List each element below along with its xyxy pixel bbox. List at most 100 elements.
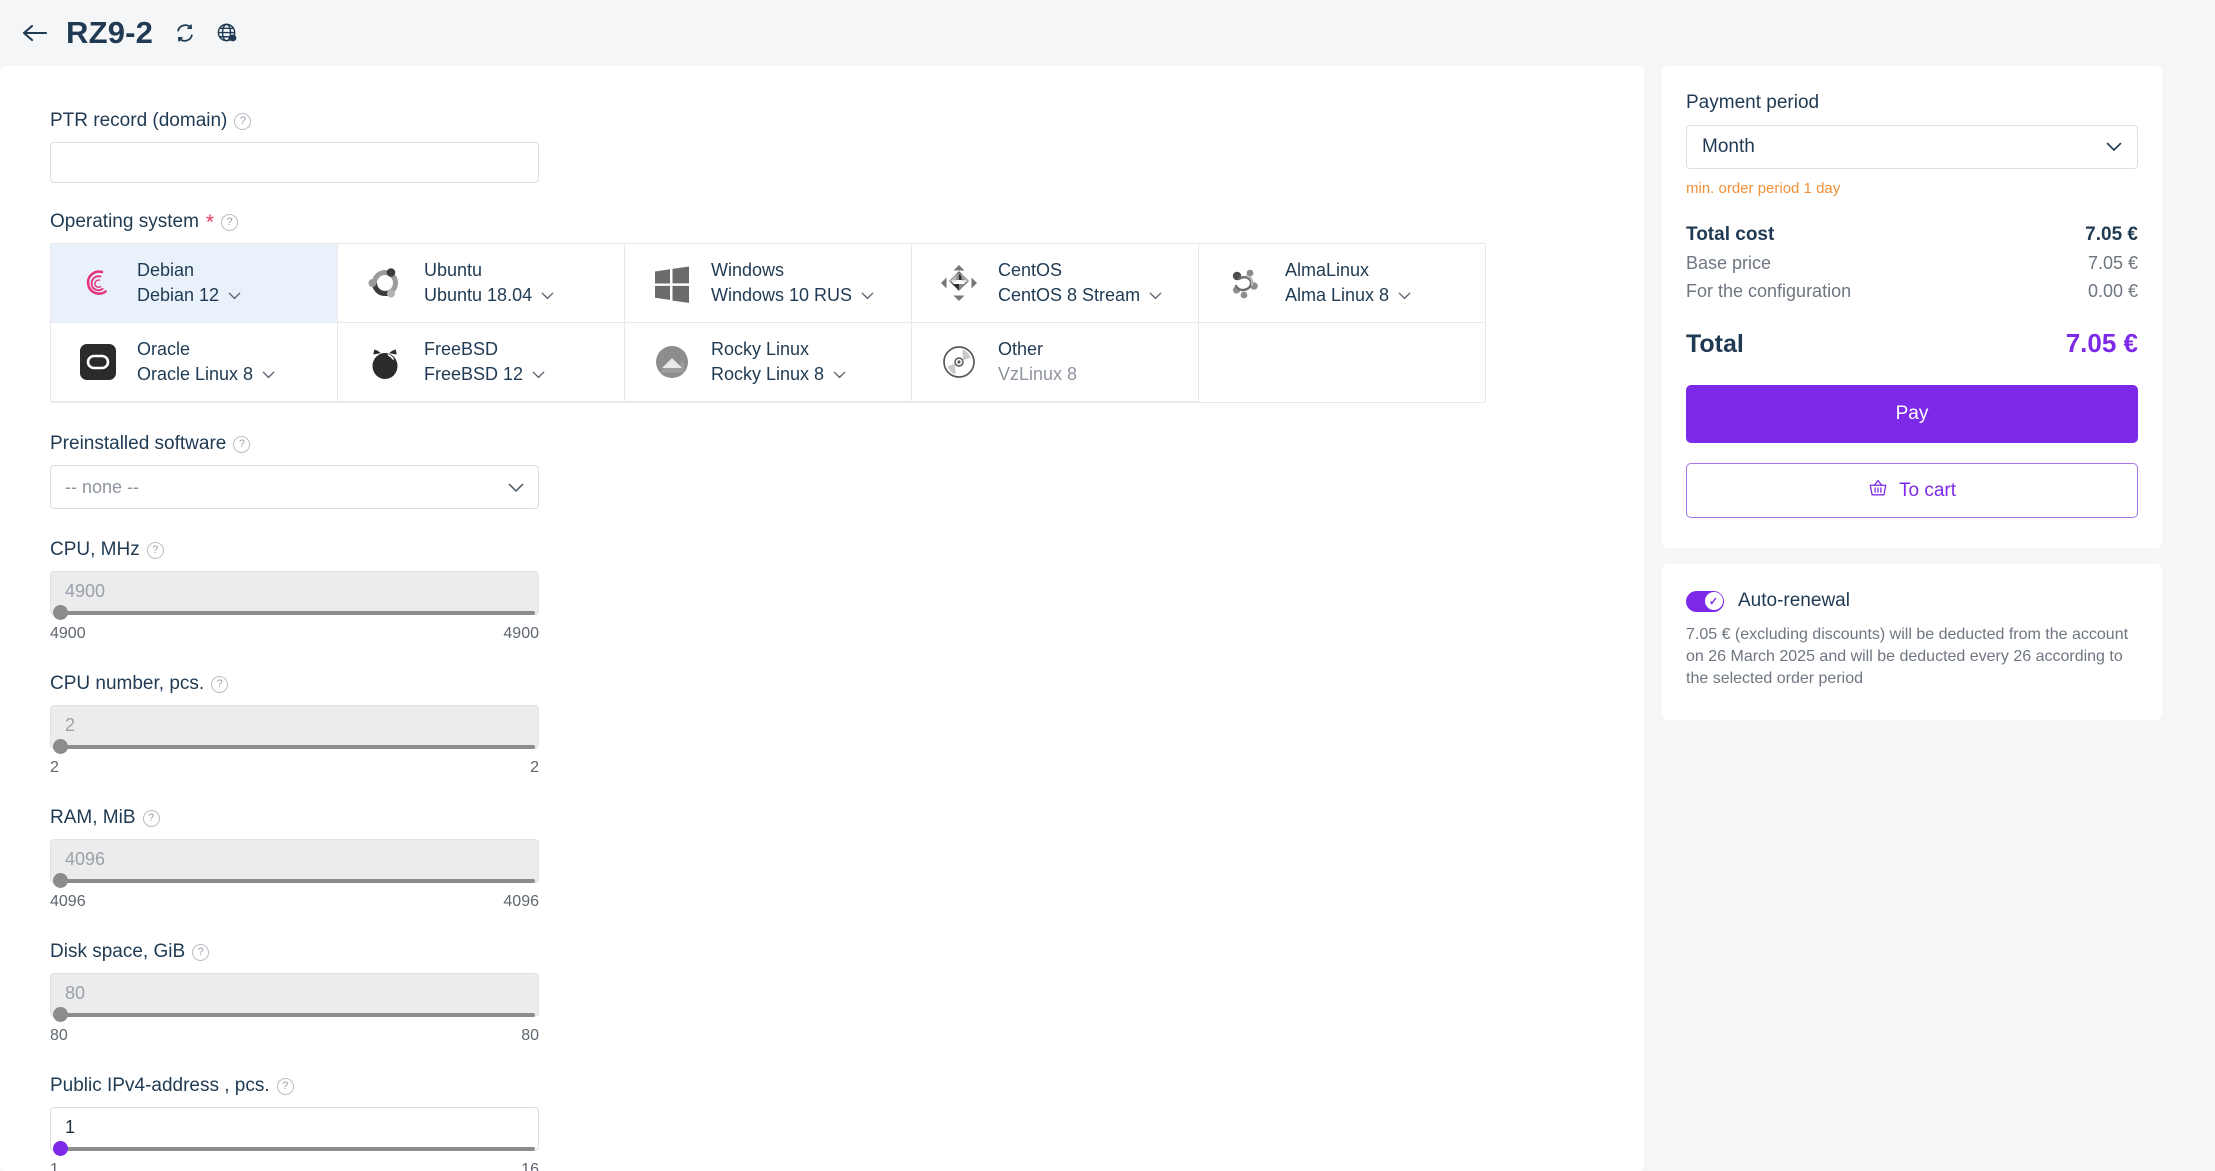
slider-rail[interactable] (54, 1147, 535, 1151)
os-card-version-select[interactable]: CentOS 8 Stream (998, 285, 1162, 306)
oracle-icon (75, 339, 121, 385)
slider-ram-mib[interactable]: 4096 (50, 839, 539, 888)
chevron-down-icon (228, 288, 241, 303)
os-card-windows[interactable]: Windows Windows 10 RUS (625, 244, 912, 323)
slider-knob[interactable] (53, 873, 68, 888)
auto-renewal-description: 7.05 € (excluding discounts) will be ded… (1686, 626, 2129, 688)
os-card-version-select[interactable]: Alma Linux 8 (1285, 285, 1411, 306)
os-card-version: Debian 12 (137, 285, 220, 305)
os-card-rocky-linux[interactable]: Rocky Linux Rocky Linux 8 (625, 323, 912, 402)
slider-max: 16 (521, 1161, 539, 1171)
grand-total-label: Total (1686, 330, 1744, 358)
configuration-price-row: For the configuration 0.00 € (1686, 281, 2138, 302)
centos-icon (936, 260, 982, 306)
slider-public-ipv4-address-pcs[interactable]: 1 (50, 1107, 539, 1156)
slider-knob[interactable] (53, 1141, 68, 1156)
os-card-version-select[interactable]: Debian 12 (137, 285, 241, 306)
operating-system-label: Operating system (50, 211, 199, 232)
to-cart-button[interactable]: To cart (1686, 463, 2138, 518)
windows-icon (649, 260, 695, 306)
slider-min: 1 (50, 1161, 59, 1171)
os-card-freebsd[interactable]: FreeBSD FreeBSD 12 (338, 323, 625, 402)
help-icon[interactable]: ? (233, 435, 251, 453)
os-card-version-select[interactable]: Oracle Linux 8 (137, 364, 275, 385)
slider-rail[interactable] (54, 1013, 535, 1017)
slider-label: RAM, MiB (50, 807, 136, 828)
slider-field-ram-mib: RAM, MiB ? 4096 4096 4096 (50, 807, 1644, 911)
slider-label-row: Disk space, GiB ? (50, 941, 1644, 963)
help-icon[interactable]: ? (146, 541, 164, 559)
os-card-version: CentOS 8 Stream (998, 285, 1141, 305)
help-icon[interactable]: ? (192, 943, 210, 961)
os-card-debian[interactable]: Debian Debian 12 (51, 244, 338, 323)
os-card-version-select[interactable]: Ubuntu 18.04 (424, 285, 554, 306)
slider-value: 80 (65, 983, 86, 1003)
back-arrow-icon[interactable] (18, 16, 52, 50)
slider-rail[interactable] (54, 611, 535, 615)
configuration-panel: PTR record (domain) ? Operating system *… (0, 66, 1644, 1171)
help-icon[interactable]: ? (221, 213, 239, 231)
os-card-version-select[interactable]: Windows 10 RUS (711, 285, 874, 306)
os-card-name: CentOS (998, 260, 1063, 280)
slider-knob[interactable] (53, 739, 68, 754)
help-icon[interactable]: ? (276, 1077, 294, 1095)
preinstalled-software-select[interactable]: -- none -- (50, 465, 539, 509)
refresh-icon[interactable] (171, 19, 199, 47)
slider-cpu-number-pcs[interactable]: 2 (50, 705, 539, 754)
os-card-version-select: VzLinux 8 (998, 364, 1077, 385)
almalinux-icon (1223, 260, 1269, 306)
ptr-record-input[interactable] (50, 142, 539, 183)
resource-sliders: CPU, MHz ? 4900 4900 4900 CPU number, pc… (50, 539, 1644, 1171)
os-card-ubuntu[interactable]: Ubuntu Ubuntu 18.04 (338, 244, 625, 323)
ubuntu-icon (362, 260, 408, 306)
ptr-record-field: PTR record (domain) ? (50, 110, 1644, 183)
help-icon[interactable]: ? (142, 809, 160, 827)
os-card-name: Ubuntu (424, 260, 483, 280)
slider-disk-space-gib[interactable]: 80 (50, 973, 539, 1022)
slider-label: CPU number, pcs. (50, 673, 205, 694)
total-cost-label: Total cost (1686, 224, 1775, 245)
required-asterisk: * (205, 210, 215, 234)
help-icon[interactable]: ? (211, 675, 229, 693)
freebsd-icon (362, 339, 408, 385)
operating-system-grid: Debian Debian 12 Ubuntu Ubuntu 18.04 Win… (50, 243, 1486, 403)
os-card-name: AlmaLinux (1285, 260, 1370, 280)
pay-button[interactable]: Pay (1686, 385, 2138, 443)
os-card-version-select[interactable]: FreeBSD 12 (424, 364, 545, 385)
os-card-version: VzLinux 8 (998, 364, 1078, 384)
auto-renewal-toggle[interactable]: ✓ (1686, 590, 1724, 612)
chevron-down-icon (861, 288, 874, 303)
os-card-other[interactable]: Other VzLinux 8 (912, 323, 1199, 402)
slider-range-labels: 4900 4900 (50, 625, 539, 643)
slider-field-public-ipv4-address-pcs: Public IPv4-address , pcs. ? 1 1 16 (50, 1075, 1644, 1171)
slider-rail[interactable] (54, 879, 535, 883)
slider-cpu-mhz[interactable]: 4900 (50, 571, 539, 620)
os-card-centos[interactable]: CentOS CentOS 8 Stream (912, 244, 1199, 323)
to-cart-label: To cart (1898, 479, 1957, 501)
chevron-down-icon (2106, 136, 2122, 158)
payment-period-select[interactable]: Month (1686, 125, 2138, 169)
help-icon[interactable]: ? (234, 112, 252, 130)
slider-min: 4900 (50, 625, 86, 642)
os-card-name: Debian (137, 260, 195, 280)
chevron-down-icon (508, 477, 524, 498)
slider-field-disk-space-gib: Disk space, GiB ? 80 80 80 (50, 941, 1644, 1045)
os-card-almalinux[interactable]: AlmaLinux Alma Linux 8 (1199, 244, 1485, 323)
os-card-version-select[interactable]: Rocky Linux 8 (711, 364, 846, 385)
auto-renewal-title: Auto-renewal (1738, 590, 1850, 611)
total-cost-row: Total cost 7.05 € (1686, 224, 2138, 246)
os-card-version: Rocky Linux 8 (711, 364, 825, 384)
order-sidebar: Payment period Month min. order period 1… (1662, 66, 2162, 721)
slider-range-labels: 80 80 (50, 1027, 539, 1045)
ptr-record-label-row: PTR record (domain) ? (50, 110, 1644, 132)
slider-rail[interactable] (54, 745, 535, 749)
slider-min: 80 (50, 1027, 68, 1044)
configuration-price-value: 0.00 € (2087, 281, 2138, 301)
slider-knob[interactable] (53, 1007, 68, 1022)
globe-os-icon[interactable]: OS (213, 19, 241, 47)
debian-icon (75, 260, 121, 306)
page-header: RZ9-2 OS (0, 0, 2215, 66)
slider-range-labels: 1 16 (50, 1161, 539, 1171)
slider-knob[interactable] (53, 605, 68, 620)
os-card-oracle[interactable]: Oracle Oracle Linux 8 (51, 323, 338, 402)
